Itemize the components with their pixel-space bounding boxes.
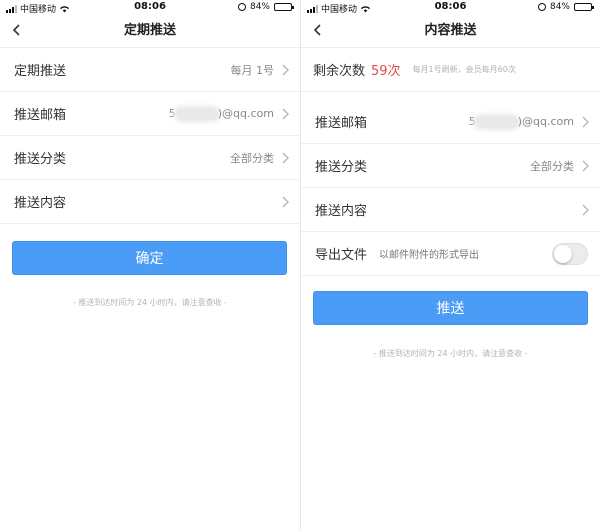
row-label: 推送邮箱 (315, 116, 368, 131)
row-content[interactable]: 推送内容 (301, 188, 600, 232)
battery-icon (574, 3, 594, 11)
chevron-right-icon (282, 108, 289, 120)
delivery-note: - 推送到达时间为 24 小时内，请注意查收 - (72, 298, 228, 307)
row-value: 全部分类 (230, 151, 274, 165)
row-schedule[interactable]: 定期推送 每月 1号 (0, 48, 300, 92)
alarm-icon (237, 3, 246, 11)
email-prefix: 5 (168, 107, 176, 120)
chevron-right-icon (282, 152, 289, 164)
status-bar: 中国移动 08:06 84% (301, 0, 600, 15)
page-title: 定期推送 (123, 23, 176, 38)
row-content[interactable]: 推送内容 (0, 180, 300, 224)
row-category[interactable]: 推送分类 全部分类 (301, 144, 600, 188)
quota-count: 59次 (371, 64, 401, 79)
export-toggle[interactable] (552, 243, 588, 265)
left-screen-scheduled-push: 中国移动 08:06 84% 定期推送 定期推送 每月 1号 推送邮箱 5 )@q… (0, 0, 300, 531)
email-value: 5 )@qq.com (169, 107, 274, 120)
redacted-blur (175, 108, 218, 120)
chevron-right-icon (282, 196, 289, 208)
status-right: 84% (537, 2, 594, 12)
toggle-knob (554, 245, 572, 263)
push-button[interactable]: 推送 (313, 291, 588, 325)
confirm-button[interactable]: 确定 (12, 241, 287, 275)
nav-bar: 内容推送 (301, 14, 600, 48)
row-label: 推送邮箱 (14, 108, 67, 123)
row-value: 全部分类 (530, 159, 574, 173)
chevron-right-icon (582, 204, 589, 216)
export-hint: 以邮件附件的形式导出 (379, 250, 480, 261)
quota-row: 剩余次数 59次 每月1号刷新，会员每月60次 (301, 48, 600, 92)
chevron-right-icon (582, 160, 589, 172)
row-email[interactable]: 推送邮箱 5 )@qq.com (0, 92, 300, 136)
email-value: 5 )@qq.com (469, 115, 574, 128)
row-email[interactable]: 推送邮箱 5 )@qq.com (301, 100, 600, 144)
battery-percent: 84% (549, 2, 570, 12)
chevron-right-icon (582, 116, 589, 128)
back-chevron-icon[interactable] (10, 23, 24, 37)
right-screen-content-push: 中国移动 08:06 84% 内容推送 剩余次数 59次 每月1号刷新，会员每月… (300, 0, 600, 531)
row-label: 导出文件 (315, 248, 368, 263)
alarm-icon (537, 3, 546, 11)
row-value: 每月 1号 (230, 63, 275, 77)
row-category[interactable]: 推送分类 全部分类 (0, 136, 300, 180)
row-label: 推送分类 (315, 160, 368, 175)
row-label: 推送内容 (315, 204, 368, 219)
quota-label: 剩余次数 (313, 64, 366, 79)
email-suffix: )@qq.com (517, 115, 574, 128)
quota-note: 每月1号刷新，会员每月60次 (412, 65, 516, 74)
battery-percent: 84% (249, 2, 270, 12)
page-title: 内容推送 (424, 23, 477, 38)
nav-bar: 定期推送 (0, 14, 300, 48)
email-prefix: 5 (468, 115, 476, 128)
battery-icon (274, 3, 294, 11)
chevron-right-icon (282, 64, 289, 76)
back-chevron-icon[interactable] (311, 23, 325, 37)
status-bar: 中国移动 08:06 84% (0, 0, 300, 15)
email-suffix: )@qq.com (217, 107, 274, 120)
delivery-note: - 推送到达时间为 24 小时内，请注意查收 - (373, 349, 528, 358)
redacted-blur (475, 116, 518, 128)
row-label: 推送内容 (14, 196, 67, 211)
row-label: 定期推送 (14, 64, 67, 79)
status-right: 84% (237, 2, 294, 12)
row-export: 导出文件 以邮件附件的形式导出 (301, 232, 600, 276)
row-label: 推送分类 (14, 152, 67, 167)
